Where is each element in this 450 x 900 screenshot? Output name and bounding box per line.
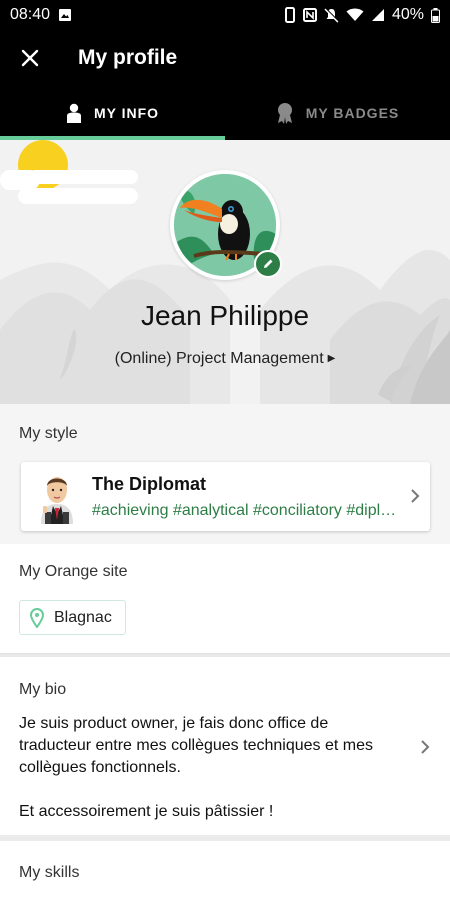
- my-bio-title: My bio: [19, 681, 67, 698]
- chevron-right-icon: [411, 489, 420, 503]
- battery-icon: [431, 7, 440, 23]
- pencil-icon: [264, 259, 273, 268]
- battery-percent: 40%: [391, 6, 424, 23]
- chevron-right-icon: [421, 740, 430, 754]
- tab-my-badges-label: MY BADGES: [305, 105, 400, 121]
- my-skills-section[interactable]: My skills: [0, 841, 450, 900]
- tab-bar: MY INFO MY BADGES: [0, 86, 450, 140]
- gallery-notification-icon: [59, 9, 72, 21]
- app-bar: My profile: [0, 30, 450, 86]
- triangle-right-icon: ▶: [327, 353, 336, 365]
- close-icon: [21, 49, 39, 67]
- status-bar: 08:40 40%: [0, 0, 450, 30]
- person-icon: [66, 103, 81, 123]
- signal-icon: [371, 9, 384, 21]
- nfc-icon: [302, 8, 317, 22]
- my-site-title: My Orange site: [19, 563, 128, 580]
- wifi-icon: [346, 8, 364, 21]
- site-chip[interactable]: Blagnac: [19, 600, 126, 635]
- department-link[interactable]: (Online) Project Management ▶: [0, 350, 450, 368]
- tab-my-info[interactable]: MY INFO: [0, 86, 225, 140]
- close-button[interactable]: [0, 30, 60, 86]
- diplomat-figure-icon: [41, 477, 73, 524]
- avatar[interactable]: [170, 170, 282, 280]
- mute-icon: [324, 7, 339, 23]
- my-skills-title: My skills: [19, 864, 80, 881]
- tab-my-badges[interactable]: MY BADGES: [225, 86, 450, 140]
- style-card[interactable]: The Diplomat #achieving #analytical #con…: [21, 462, 430, 531]
- badge-icon: [277, 103, 292, 124]
- bio-text: Je suis product owner, je fais donc offi…: [19, 715, 373, 820]
- status-time: 08:40: [10, 6, 51, 23]
- site-location: Blagnac: [54, 608, 112, 626]
- vibrate-icon: [284, 7, 295, 23]
- profile-name: Jean Philippe: [140, 300, 310, 331]
- location-pin-icon: [30, 607, 44, 628]
- edit-avatar-button[interactable]: [254, 250, 282, 278]
- department-label: (Online) Project Management: [114, 350, 324, 367]
- profile-header: Jean Philippe (Online) Project Managemen…: [0, 140, 450, 404]
- my-style-title: My style: [19, 425, 78, 442]
- my-site-section: My Orange site Blagnac: [0, 544, 450, 654]
- my-style-section: My style The Diplomat #achieving #analyt…: [0, 404, 450, 544]
- tab-my-info-label: MY INFO: [93, 105, 160, 121]
- page-title: My profile: [78, 46, 178, 69]
- my-bio-section[interactable]: My bio Je suis product owner, je fais do…: [0, 657, 450, 835]
- style-name: The Diplomat: [92, 474, 207, 494]
- style-tags: #achieving #analytical #conciliatory #di…: [92, 502, 398, 519]
